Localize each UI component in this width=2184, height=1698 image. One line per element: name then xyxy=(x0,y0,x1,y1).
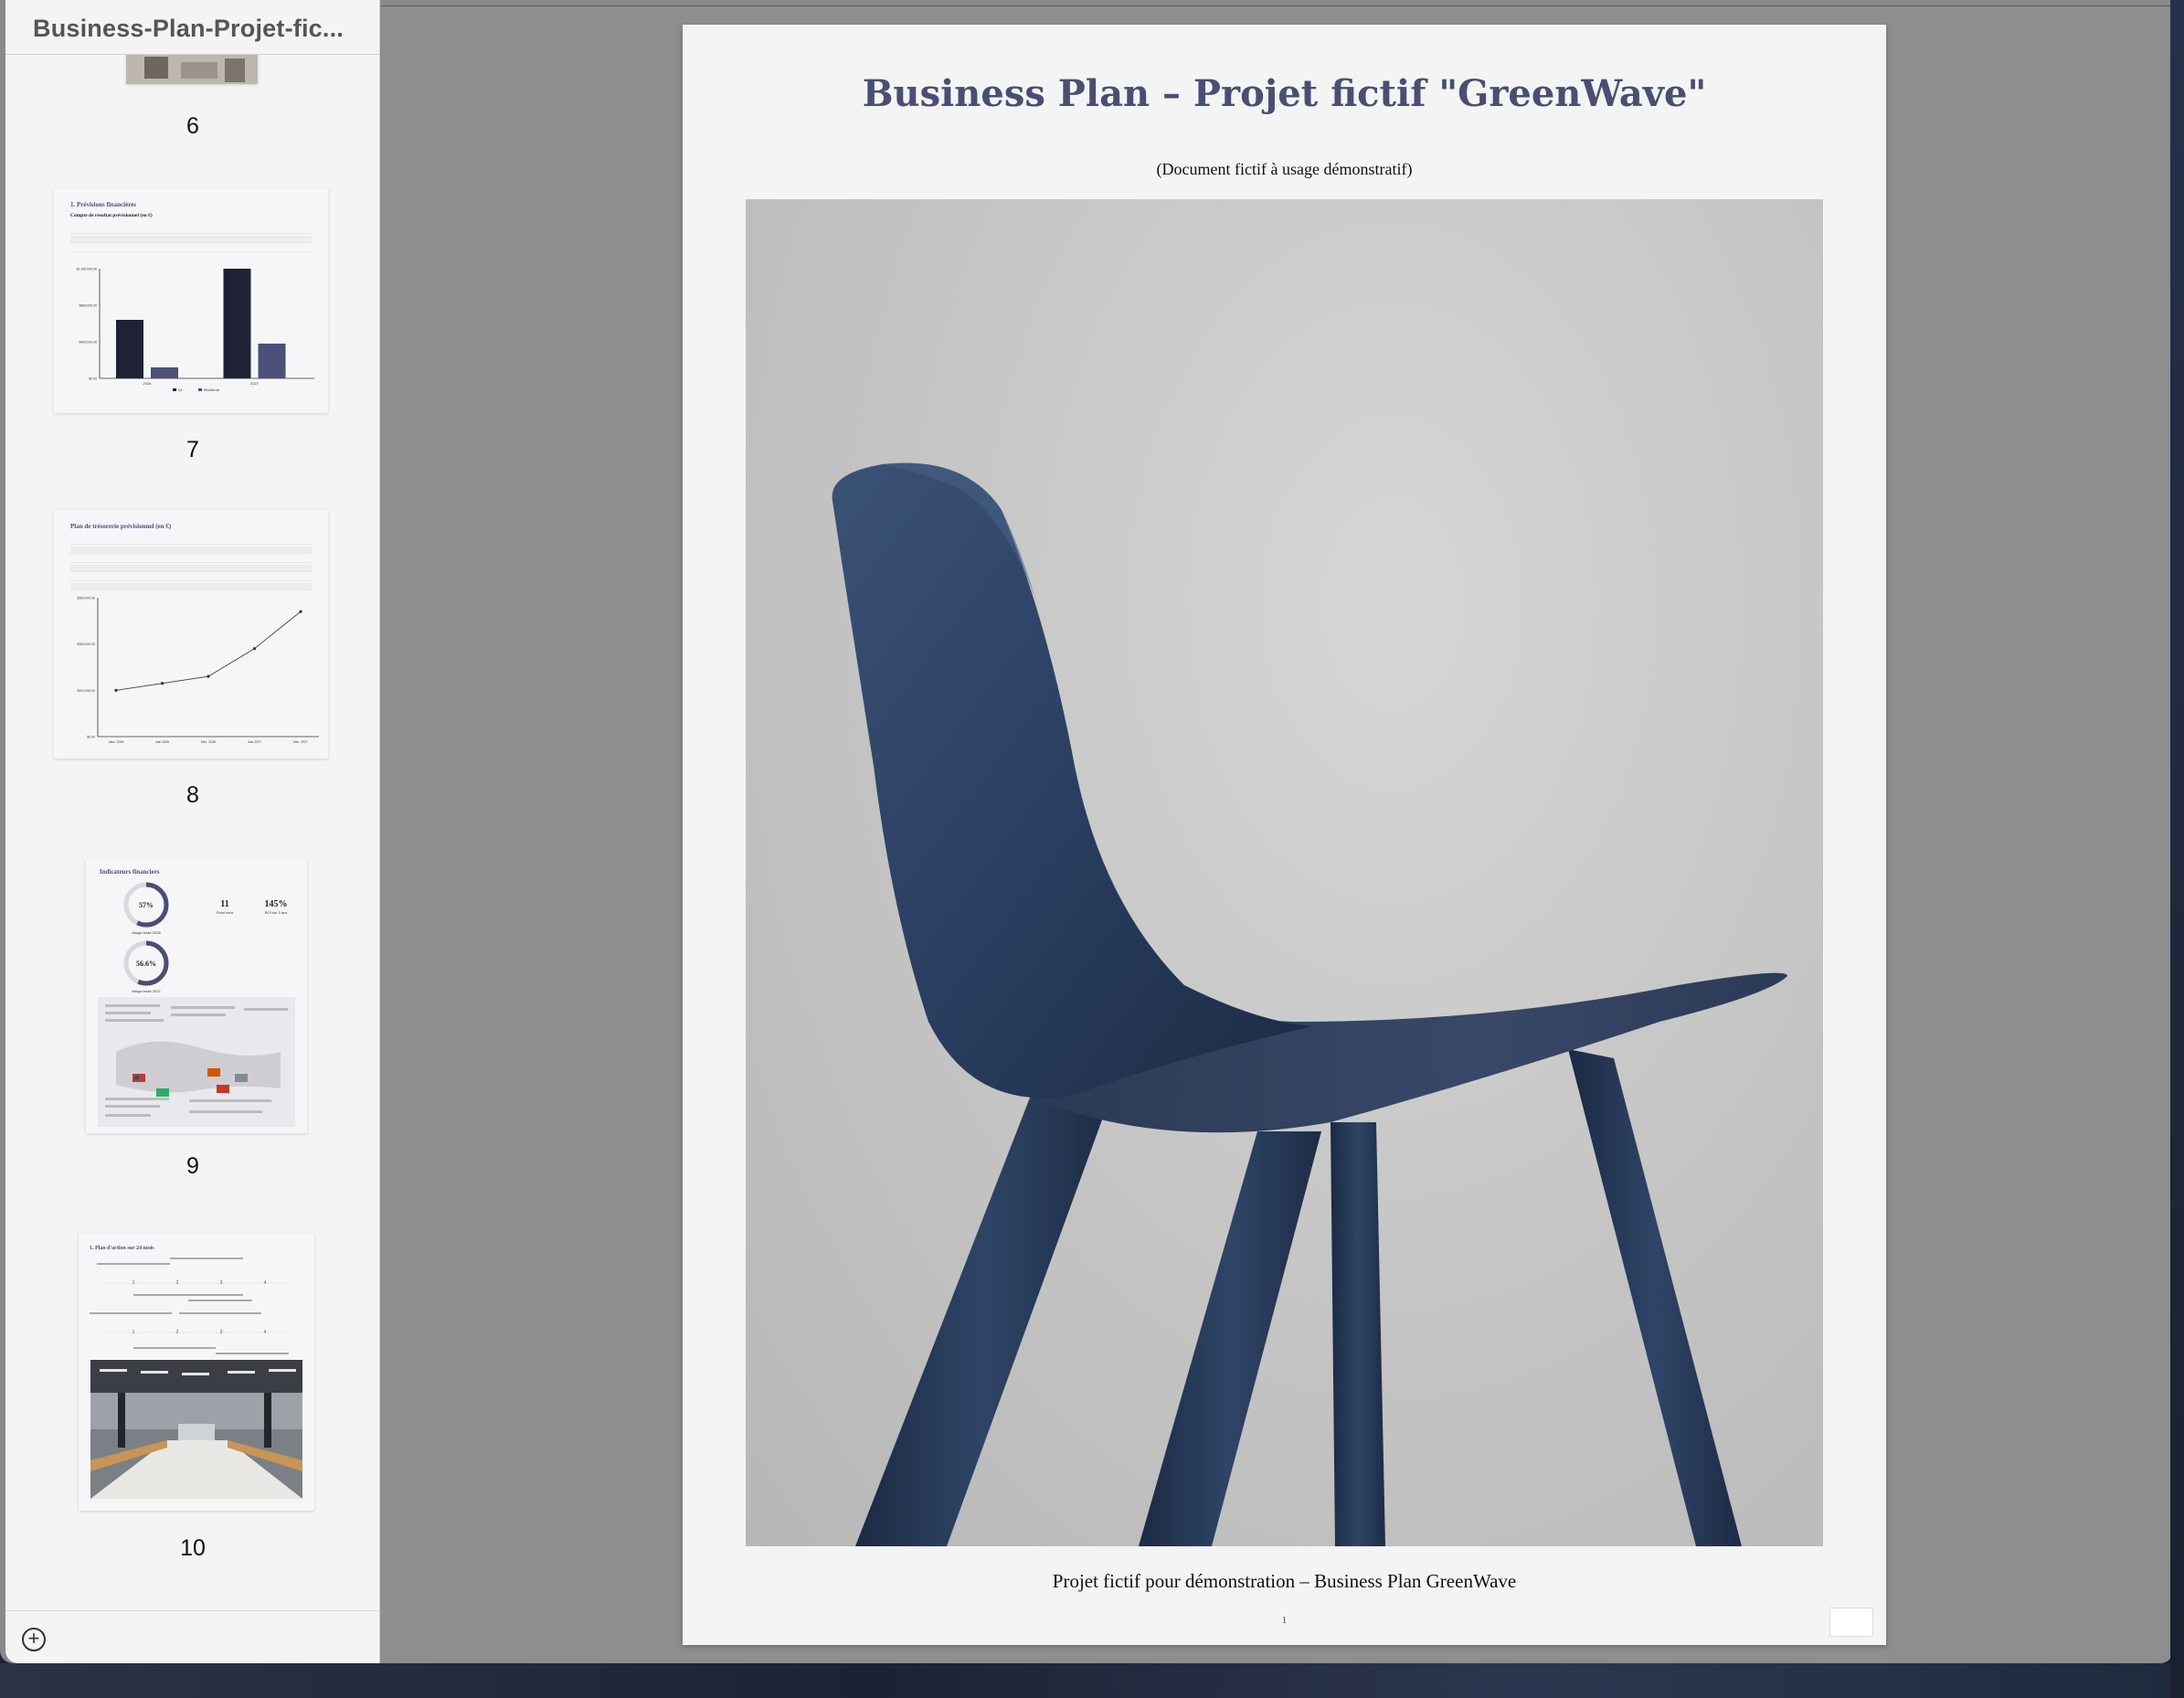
page-7-table-row xyxy=(70,245,312,252)
kpi-label-2: Marge brute 2027 xyxy=(132,989,161,993)
document-page-1: Business Plan – Projet fictif "GreenWave… xyxy=(683,25,1886,1645)
page-number-10: 10 xyxy=(180,1535,206,1561)
y-tick-label: $300,000.00 xyxy=(78,597,96,600)
y-tick-label: $800,000.00 xyxy=(80,304,98,308)
bar xyxy=(116,320,143,378)
x-tick-label: Juin 2026 xyxy=(155,740,169,744)
x-tick-label: 2026 xyxy=(143,381,153,386)
document-filename: Business-Plan-Projet-fic... xyxy=(33,15,344,42)
kpi-label-4: ROI sur 2 ans xyxy=(265,910,288,915)
x-tick-label: Juin 2027 xyxy=(248,740,261,744)
chair-photo xyxy=(746,199,1823,1546)
y-tick-label: $0.00 xyxy=(87,736,95,739)
page-8-line-chart: $0.00 $100,000.00 $200,000.00 $300,000.00 Ja… xyxy=(78,597,319,744)
chair-illustration xyxy=(832,462,1787,1546)
thumbnail-page-10[interactable]: 1. Plan d'action sur 24 mois 1 2 3 4 1 2 3 4 xyxy=(79,1234,314,1511)
bar xyxy=(223,269,251,378)
page-10-warehouse-image xyxy=(90,1360,302,1499)
sidebar-footer: + xyxy=(5,1610,379,1663)
page-8-table-row xyxy=(70,556,312,563)
page-number-8: 8 xyxy=(186,782,199,808)
y-tick-label: $400,000.00 xyxy=(80,341,98,345)
page-number-7: 7 xyxy=(186,437,199,462)
legend-swatch xyxy=(173,388,176,391)
kpi-value-1: 57% xyxy=(139,901,154,909)
page-9-kpis: 57% Marge brute 2026 56.6% Marge brute 2… xyxy=(123,882,288,993)
page-8-table-header xyxy=(70,537,312,545)
data-point xyxy=(114,688,118,692)
add-page-button[interactable]: + xyxy=(22,1628,46,1651)
thumbnail-page-9[interactable]: Indicateurs financiers 57% Marge brute 2… xyxy=(86,859,307,1133)
page-8-table-row xyxy=(70,583,312,590)
data-point xyxy=(207,674,210,678)
svg-text:1: 1 xyxy=(133,1280,135,1286)
thumbnail-page-8[interactable]: Plan de trésorerie prévisionnel (en €) $… xyxy=(54,510,328,759)
page-10-title: 1. Plan d'action sur 24 mois xyxy=(90,1246,154,1251)
svg-text:2: 2 xyxy=(176,1280,179,1286)
page-8-table-row xyxy=(70,565,312,572)
company-logo xyxy=(1829,1608,1873,1637)
svg-text:4: 4 xyxy=(264,1330,267,1335)
svg-text:4: 4 xyxy=(264,1280,267,1286)
page-number-9: 9 xyxy=(186,1153,199,1179)
preview-window: Business-Plan-Projet-fic... 6 1. Prévisi… xyxy=(0,0,2173,1663)
legend-label: Résultat net xyxy=(204,388,219,392)
document-viewer[interactable]: Business Plan – Projet fictif "GreenWave… xyxy=(381,5,2173,1663)
thumbnail-list[interactable]: 6 1. Prévisions financières Compte de ré… xyxy=(5,0,379,1610)
page-7-table-row xyxy=(70,236,312,243)
x-tick-label: Janv. 2026 xyxy=(109,740,124,744)
kpi-value-2: 56.6% xyxy=(136,960,156,968)
kpi-label-1: Marge brute 2026 xyxy=(132,930,161,935)
desktop-background-right xyxy=(2170,0,2184,1698)
y-tick-label: $1,200,000.00 xyxy=(77,268,97,271)
page-7-subtitle: Compte de résultat prévisionnel (en €) xyxy=(70,213,153,218)
legend-label: CA xyxy=(178,388,183,392)
svg-text:3: 3 xyxy=(220,1280,223,1286)
bar xyxy=(151,367,178,378)
page-8-table-row xyxy=(70,547,312,554)
thumbnail-page-7[interactable]: 1. Prévisions financières Compte de résu… xyxy=(54,188,328,413)
document-caption: Projet fictif pour démonstration – Busin… xyxy=(1052,1570,1517,1592)
page-10-timeline: 1 2 3 4 1 2 3 4 xyxy=(90,1258,289,1354)
thumbnail-sidebar: Business-Plan-Projet-fic... 6 1. Prévisi… xyxy=(5,0,380,1663)
data-point xyxy=(299,610,302,613)
page-7-title: 1. Prévisions financières xyxy=(70,201,137,208)
series-line xyxy=(115,610,302,691)
sidebar-title-bar: Business-Plan-Projet-fic... xyxy=(5,0,379,55)
x-tick-label: 2027 xyxy=(250,381,260,386)
data-point xyxy=(160,682,164,685)
page-8-title: Plan de trésorerie prévisionnel (en €) xyxy=(70,523,172,530)
bar xyxy=(258,344,286,378)
page-number-6: 6 xyxy=(186,113,199,139)
data-point xyxy=(252,647,257,651)
kpi-label-3: Point mort xyxy=(217,910,234,915)
x-tick-label: Déc. 2026 xyxy=(201,740,216,744)
y-tick-label: $200,000.00 xyxy=(78,642,96,646)
y-tick-label: $0.00 xyxy=(89,377,97,381)
x-tick-label: Déc. 2027 xyxy=(293,740,308,744)
page-9-title: Indicateurs financiers xyxy=(100,868,160,876)
page-footer-number: 1 xyxy=(1281,1615,1288,1626)
desktop-background xyxy=(0,1663,2184,1698)
document-title: Business Plan – Projet fictif "GreenWave… xyxy=(862,72,1707,115)
page-9-newspaper-image xyxy=(98,997,295,1127)
svg-text:2: 2 xyxy=(176,1330,179,1335)
page-7-table-header xyxy=(70,227,312,234)
svg-text:3: 3 xyxy=(220,1330,223,1335)
document-subtitle: (Document fictif à usage démonstratif) xyxy=(1156,160,1413,178)
svg-text:1: 1 xyxy=(133,1330,135,1335)
kpi-value-3: 11 xyxy=(220,899,228,909)
kpi-value-4: 145% xyxy=(265,899,288,909)
y-tick-label: $100,000.00 xyxy=(78,689,96,693)
page-8-table-row xyxy=(70,574,312,581)
legend-swatch xyxy=(198,388,202,391)
page-7-bar-chart: $0.00 $400,000.00 $800,000.00 $1,200,000.00… xyxy=(77,268,314,392)
